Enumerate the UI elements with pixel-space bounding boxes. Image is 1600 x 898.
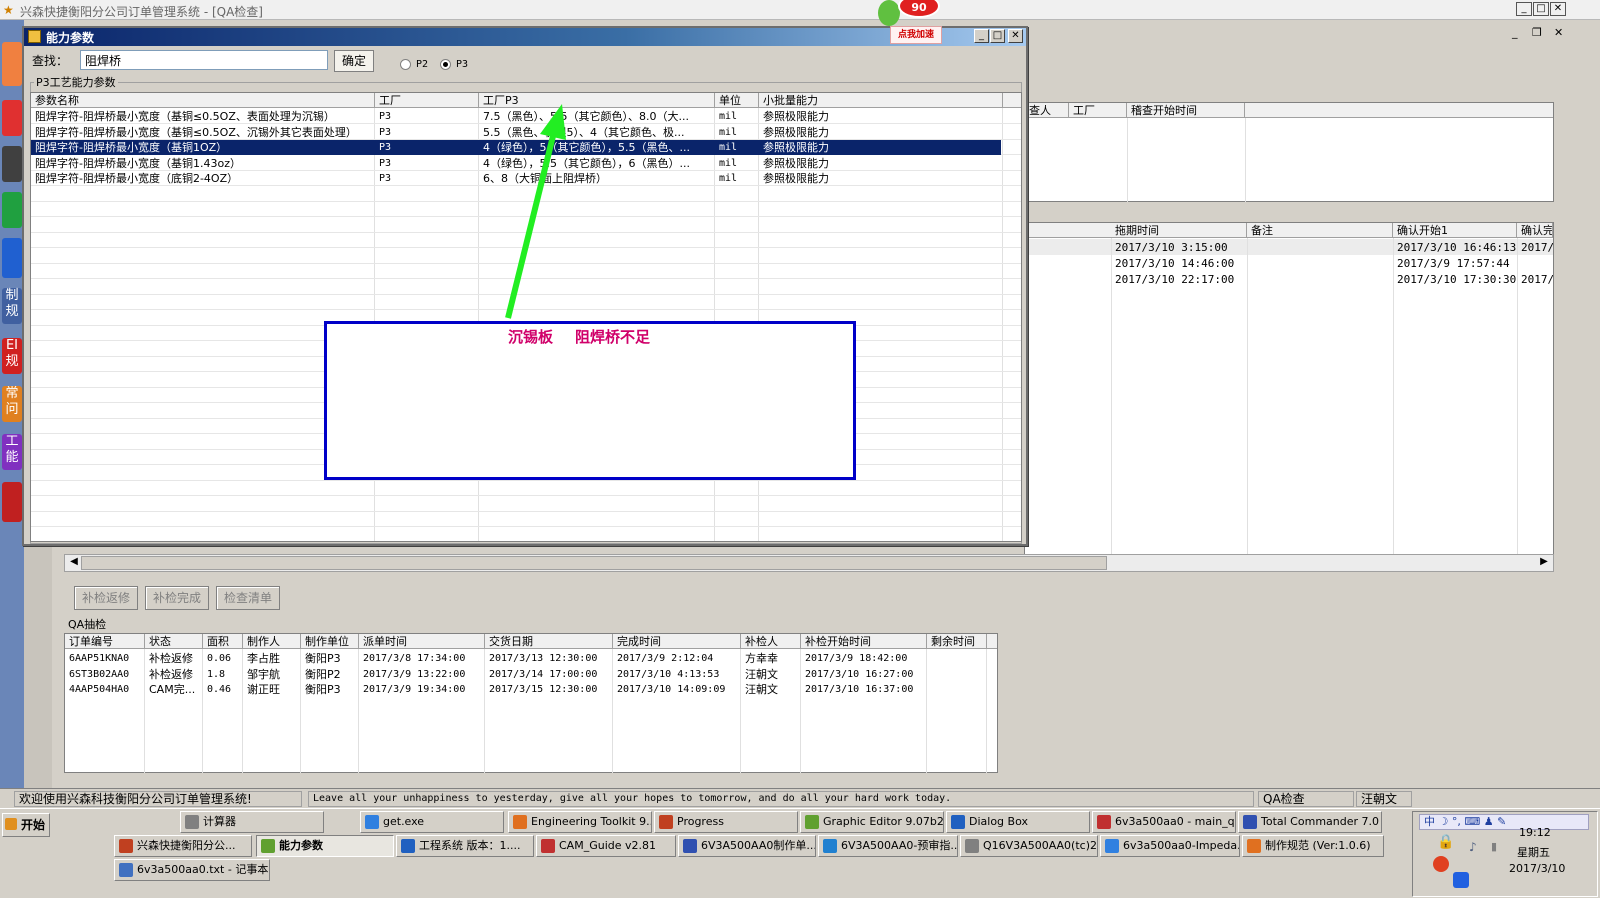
status-user: 汪朝文 [1356, 791, 1412, 807]
ime-toolbar[interactable]: 中 ☽ °, ⌨ ♟ ✎ [1419, 814, 1589, 830]
app-icon [1097, 815, 1111, 829]
taskbar-item[interactable]: Total Commander 7.0 ... [1238, 811, 1382, 833]
start-button[interactable]: 开始 [2, 813, 50, 837]
start-icon [5, 818, 17, 830]
app-icon [513, 815, 527, 829]
app-icon [1105, 839, 1119, 853]
taskbar-item-label: 兴森快捷衡阳分公... [137, 839, 236, 852]
taskbar-item[interactable]: Engineering Toolkit 9.... [508, 811, 652, 833]
taskbar-item[interactable]: 6v3a500aa0.txt - 记事本 [114, 859, 270, 881]
app-icon [805, 815, 819, 829]
taskbar-item-label: get.exe [383, 815, 425, 828]
taskbar: 开始 计算器 get.exe Engineering Toolkit 9.... Pr… [0, 808, 1600, 898]
network-icon[interactable]: ▮ [1491, 840, 1505, 854]
taskbar-item[interactable]: 6V3A500AA0制作单.... [678, 835, 816, 857]
taskbar-item-label: 计算器 [203, 815, 236, 828]
taskbar-item[interactable]: 制作规范 (Ver:1.0.6) [1242, 835, 1384, 857]
taskbar-item-label: 6v3a500aa0-Impeda... [1123, 839, 1240, 852]
app-icon [659, 815, 673, 829]
taskbar-item-label: 6v3a500aa0.txt - 记事本 [137, 863, 269, 876]
start-label: 开始 [21, 818, 46, 832]
taskbar-item[interactable]: 6V3A500AA0-预审指... [818, 835, 958, 857]
taskbar-item-label: 6V3A500AA0-预审指... [841, 839, 958, 852]
app-icon [185, 815, 199, 829]
app-icon [823, 839, 837, 853]
status-welcome: 欢迎使用兴森科技衡阳分公司订单管理系统! [14, 791, 302, 807]
status-motto: Leave all your unhappiness to yesterday,… [308, 791, 1254, 807]
taskbar-item-label: 6v3a500aa0 - main_qa [1115, 815, 1236, 828]
taskbar-item-label: 6V3A500AA0制作单.... [701, 839, 816, 852]
tray-icon[interactable]: 🔒 [1437, 834, 1455, 852]
app-icon [541, 839, 555, 853]
taskbar-item-label: Total Commander 7.0 ... [1261, 815, 1382, 828]
system-tray: 中 ☽ °, ⌨ ♟ ✎ 🔒 ♪ ▮ 19:12 星期五 2017/3/10 [1412, 811, 1598, 897]
app-icon [119, 839, 133, 853]
taskbar-item[interactable]: Graphic Editor 9.07b2 ... [800, 811, 944, 833]
taskbar-item-label: 能力参数 [279, 839, 323, 852]
taskbar-item-label: CAM_Guide v2.81 [559, 839, 656, 852]
taskbar-item[interactable]: 6v3a500aa0-Impeda... [1100, 835, 1240, 857]
taskbar-item-label: Progress [677, 815, 724, 828]
clock-weekday[interactable]: 星期五 [1517, 844, 1550, 860]
taskbar-item-label: Graphic Editor 9.07b2 ... [823, 815, 944, 828]
taskbar-item-label: Dialog Box [969, 815, 1028, 828]
notepad-icon [119, 863, 133, 877]
annotation-arrow [505, 104, 566, 319]
app-icon [951, 815, 965, 829]
taskbar-item[interactable]: 计算器 [180, 811, 324, 833]
taskbar-item[interactable]: CAM_Guide v2.81 [536, 835, 676, 857]
app-icon [965, 839, 979, 853]
taskbar-item[interactable]: 兴森快捷衡阳分公... [114, 835, 252, 857]
app-icon [683, 839, 697, 853]
clock-time[interactable]: 19:12 [1519, 826, 1551, 839]
taskbar-item[interactable]: Progress [654, 811, 798, 833]
status-bar: 欢迎使用兴森科技衡阳分公司订单管理系统! Leave all your unha… [0, 788, 1600, 808]
status-module: QA检查 [1258, 791, 1354, 807]
app-icon [1247, 839, 1261, 853]
taskbar-item[interactable]: Q16V3A500AA0(tc)2... [960, 835, 1098, 857]
app-icon [401, 839, 415, 853]
taskbar-item-label: 制作规范 (Ver:1.0.6) [1265, 839, 1371, 852]
app-icon [261, 839, 275, 853]
taskbar-item[interactable]: get.exe [360, 811, 504, 833]
volume-icon[interactable]: ♪ [1469, 840, 1483, 854]
app-icon [1243, 815, 1257, 829]
taskbar-item[interactable]: 工程系统 版本：1.... [396, 835, 534, 857]
taskbar-item[interactable]: 6v3a500aa0 - main_qa [1092, 811, 1236, 833]
tray-app2-icon[interactable] [1453, 872, 1469, 888]
clock-date[interactable]: 2017/3/10 [1509, 862, 1565, 875]
taskbar-item[interactable]: Dialog Box [946, 811, 1090, 833]
taskbar-item-label: Q16V3A500AA0(tc)2... [983, 839, 1098, 852]
tray-app-icon[interactable] [1433, 856, 1449, 872]
taskbar-item[interactable]: 能力参数 [256, 835, 394, 857]
taskbar-item-label: Engineering Toolkit 9.... [531, 815, 652, 828]
app-icon [365, 815, 379, 829]
taskbar-item-label: 工程系统 版本：1.... [419, 839, 521, 852]
